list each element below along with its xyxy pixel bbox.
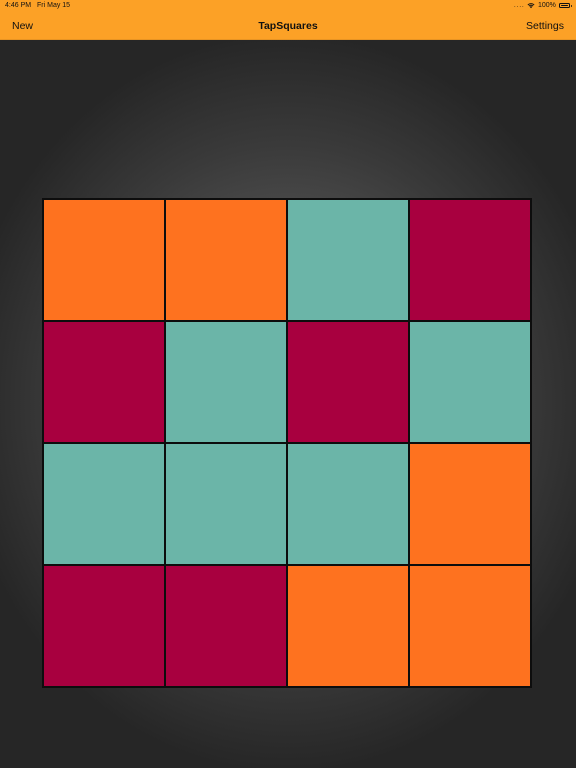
square-r3-c4[interactable] [410, 444, 530, 564]
square-r3-c2[interactable] [166, 444, 286, 564]
game-board [42, 198, 532, 688]
square-r3-c1[interactable] [44, 444, 164, 564]
settings-button[interactable]: Settings [526, 12, 564, 40]
square-r1-c2[interactable] [166, 200, 286, 320]
square-r4-c3[interactable] [288, 566, 408, 686]
square-r1-c4[interactable] [410, 200, 530, 320]
square-r2-c2[interactable] [166, 322, 286, 442]
square-r1-c3[interactable] [288, 200, 408, 320]
wifi-icon [527, 3, 535, 9]
square-r4-c1[interactable] [44, 566, 164, 686]
navigation-bar: New TapSquares Settings [0, 12, 576, 40]
square-r2-c1[interactable] [44, 322, 164, 442]
square-r2-c4[interactable] [410, 322, 530, 442]
square-r3-c3[interactable] [288, 444, 408, 564]
signal-indicator: .... [514, 3, 525, 9]
status-time: 4:46 PM [5, 2, 32, 9]
square-r4-c4[interactable] [410, 566, 530, 686]
status-bar: 4:46 PM Fri May 15 .... 100% [0, 0, 576, 12]
battery-icon [559, 3, 572, 8]
square-r1-c1[interactable] [44, 200, 164, 320]
battery-percent: 100% [538, 2, 556, 9]
status-date: Fri May 15 [37, 2, 71, 9]
page-title: TapSquares [258, 20, 318, 32]
square-r2-c3[interactable] [288, 322, 408, 442]
square-r4-c2[interactable] [166, 566, 286, 686]
game-area [0, 40, 576, 768]
